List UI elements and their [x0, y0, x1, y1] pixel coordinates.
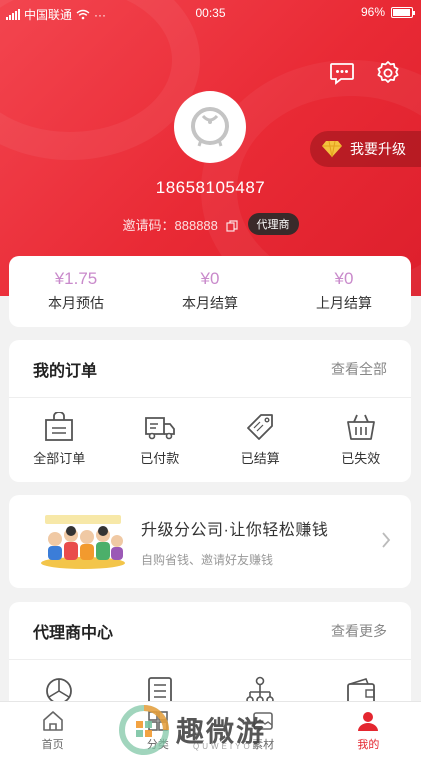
- agent-center-title: 代理商中心: [33, 624, 114, 642]
- order-tab-invalid[interactable]: 已失效: [311, 412, 412, 467]
- earnings-label: 本月结算: [182, 295, 238, 311]
- my-orders-card: 我的订单 查看全部 全部订单 已付款 已结算 已失效: [9, 340, 411, 482]
- order-tab-settled[interactable]: 已结算: [210, 412, 311, 467]
- orders-title: 我的订单: [33, 362, 98, 380]
- diamond-icon: [322, 140, 342, 158]
- earnings-card: ¥1.75 本月预估 ¥0 本月结算 ¥0 上月结算: [9, 256, 411, 327]
- earnings-value: ¥0: [334, 269, 354, 288]
- promo-illustration: [41, 515, 125, 569]
- earnings-value: ¥0: [200, 269, 220, 288]
- view-all-orders-link[interactable]: 查看全部: [331, 359, 387, 379]
- promo-title: 升级分公司·让你轻松赚钱: [141, 522, 329, 539]
- order-tab-label: 已结算: [240, 451, 280, 466]
- settings-icon[interactable]: [375, 60, 401, 86]
- battery-icon: [391, 6, 415, 18]
- tag-icon: [247, 414, 274, 440]
- tab-home[interactable]: 首页: [0, 702, 105, 760]
- avatar-placeholder-icon: [191, 107, 229, 147]
- user-phone: 18658105487: [155, 178, 266, 197]
- earnings-label: 上月结算: [316, 295, 372, 311]
- order-tab-label: 已失效: [341, 451, 381, 466]
- earnings-value: ¥1.75: [54, 269, 98, 288]
- promo-subtitle: 自购省钱、邀请好友赚钱: [141, 553, 274, 567]
- upgrade-label: 我要升级: [350, 141, 406, 157]
- earnings-month-estimate[interactable]: ¥1.75 本月预估: [9, 256, 143, 327]
- watermark: 趣微游 QUWEIYOU: [118, 704, 266, 756]
- tab-label: 我的: [357, 739, 380, 751]
- status-time: 00:35: [195, 6, 226, 20]
- order-tab-all[interactable]: 全部订单: [9, 412, 110, 467]
- invite-code: 888888: [174, 217, 218, 233]
- upgrade-button[interactable]: 我要升级: [310, 131, 421, 167]
- view-more-link[interactable]: 查看更多: [331, 621, 387, 641]
- truck-icon: [144, 417, 175, 440]
- watermark-logo-icon: [119, 705, 169, 755]
- watermark-subtext: QUWEIYOU: [193, 742, 262, 751]
- bag-icon: [45, 412, 74, 441]
- copy-icon[interactable]: [225, 220, 238, 232]
- earnings-month-settled[interactable]: ¥0 本月结算: [143, 256, 277, 327]
- basket-icon: [346, 414, 375, 440]
- upgrade-promo-banner[interactable]: 升级分公司·让你轻松赚钱 自购省钱、邀请好友赚钱: [9, 495, 411, 588]
- earnings-label: 本月预估: [48, 295, 104, 311]
- order-tab-label: 全部订单: [33, 451, 86, 466]
- role-badge: 代理商: [247, 213, 299, 235]
- invite-code-label: 邀请码：: [122, 217, 175, 233]
- order-tab-label: 已付款: [140, 451, 180, 466]
- user-icon: [358, 712, 379, 731]
- battery-percent: 96%: [360, 5, 385, 19]
- message-icon[interactable]: [329, 60, 355, 86]
- tab-label: 首页: [41, 739, 64, 751]
- chevron-right-icon: [382, 532, 391, 548]
- tab-mine[interactable]: 我的: [316, 702, 421, 760]
- order-tab-paid[interactable]: 已付款: [110, 412, 211, 467]
- home-icon: [42, 711, 63, 731]
- earnings-last-month-settled[interactable]: ¥0 上月结算: [277, 256, 411, 327]
- avatar[interactable]: [174, 91, 246, 163]
- status-bar: 中国联通 ··· 00:35 96%: [0, 0, 421, 26]
